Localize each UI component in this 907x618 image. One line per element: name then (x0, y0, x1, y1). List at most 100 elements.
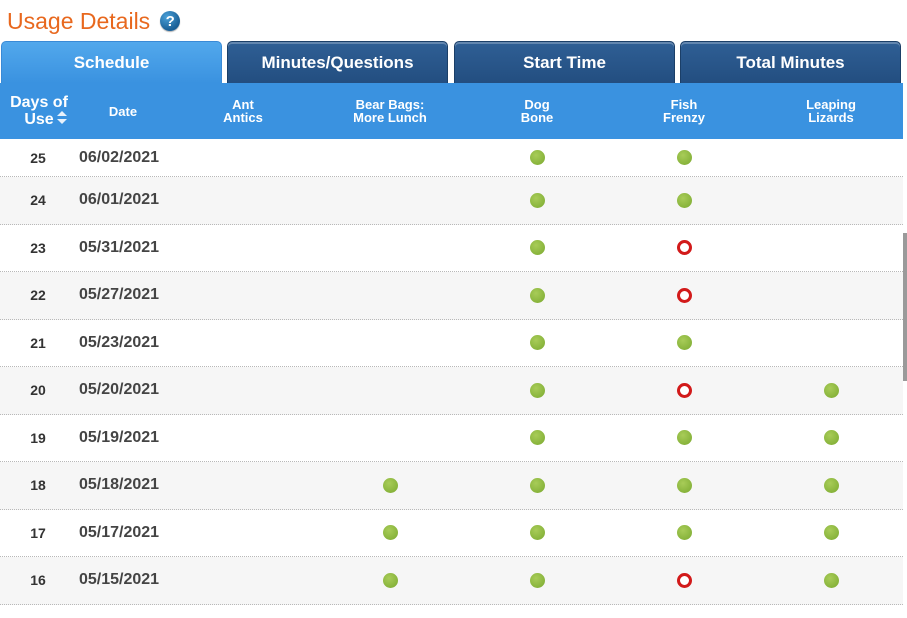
status-cell (672, 320, 696, 367)
page-title: Usage Details (7, 7, 151, 34)
completed-dot-icon (529, 335, 545, 351)
completed-dot-icon (676, 477, 692, 493)
table-row: 19 05/19/2021 (0, 414, 903, 462)
completed-dot-icon (823, 430, 839, 446)
status-cell (378, 510, 402, 557)
completed-dot-icon (529, 192, 545, 208)
status-cell (525, 320, 549, 367)
page-header: Usage Details ? (7, 6, 181, 36)
status-cell (672, 225, 696, 272)
completed-dot-icon (823, 382, 839, 398)
completed-dot-icon (529, 240, 545, 256)
date-cell: 05/18/2021 (79, 476, 160, 494)
date-cell: 05/17/2021 (79, 523, 160, 541)
completed-dot-icon (676, 430, 692, 446)
table-row: 20 05/20/2021 (0, 367, 903, 415)
tab-minutes-questions[interactable]: Minutes/Questions (227, 41, 448, 83)
completed-dot-icon (823, 477, 839, 493)
status-cell (525, 367, 549, 414)
completed-dot-icon (676, 525, 692, 541)
completed-dot-icon (382, 572, 398, 588)
completed-dot-icon (529, 287, 545, 303)
header-bear-bags: Bear Bags: More Lunch (353, 97, 427, 125)
status-cell (819, 510, 843, 557)
completed-dot-icon (676, 192, 692, 208)
completed-dot-icon (529, 430, 545, 446)
sort-icon[interactable] (57, 111, 67, 125)
status-cell (525, 177, 549, 224)
header-fish-frenzy: Fish Frenzy (663, 97, 705, 125)
table-row: 24 06/01/2021 (0, 177, 903, 225)
days-of-use-cell: 21 (30, 334, 46, 351)
tab-total-minutes[interactable]: Total Minutes (680, 41, 901, 83)
date-cell: 05/20/2021 (79, 381, 160, 399)
days-of-use-cell: 18 (30, 477, 46, 494)
status-cell (525, 139, 549, 176)
status-cell (525, 272, 549, 319)
tab-bar: Schedule Minutes/Questions Start Time To… (0, 41, 907, 83)
days-of-use-cell: 24 (30, 192, 46, 209)
table-row: 22 05/27/2021 (0, 272, 903, 320)
table-row: 25 06/02/2021 (0, 139, 903, 177)
help-icon[interactable]: ? (160, 11, 181, 31)
tab-start-time[interactable]: Start Time (454, 41, 675, 83)
days-of-use-cell: 19 (30, 429, 46, 446)
scrollbar[interactable] (903, 233, 907, 381)
status-cell (819, 415, 843, 462)
date-cell: 05/15/2021 (79, 571, 160, 589)
status-cell (378, 557, 402, 604)
days-of-use-cell: 16 (30, 572, 46, 589)
status-cell (819, 462, 843, 509)
days-of-use-cell: 22 (30, 287, 46, 304)
header-leaping-lizards: Leaping Lizards (806, 97, 856, 125)
status-cell (525, 225, 549, 272)
tab-schedule[interactable]: Schedule (1, 41, 222, 83)
completed-dot-icon (529, 382, 545, 398)
date-cell: 06/02/2021 (79, 148, 160, 166)
status-cell (672, 557, 696, 604)
status-cell (378, 462, 402, 509)
completed-dot-icon (382, 477, 398, 493)
status-cell (525, 510, 549, 557)
missed-ring-icon (676, 240, 692, 256)
status-cell (525, 415, 549, 462)
completed-dot-icon (823, 572, 839, 588)
missed-ring-icon (676, 287, 692, 303)
header-date: Date (108, 103, 138, 119)
status-cell (672, 367, 696, 414)
header-days-of-use[interactable]: Days of Use (0, 83, 78, 139)
status-cell (672, 272, 696, 319)
date-cell: 05/27/2021 (79, 286, 160, 304)
completed-dot-icon (676, 335, 692, 351)
table-row: 23 05/31/2021 (0, 224, 903, 272)
status-cell (819, 367, 843, 414)
table-header: Days of Use Date Ant Antics Bear Bags: M… (0, 83, 903, 139)
date-cell: 05/19/2021 (79, 428, 160, 446)
status-cell (672, 139, 696, 176)
missed-ring-icon (676, 572, 692, 588)
status-cell (672, 177, 696, 224)
completed-dot-icon (529, 525, 545, 541)
days-of-use-cell: 17 (30, 524, 46, 541)
missed-ring-icon (676, 382, 692, 398)
days-of-use-cell: 23 (30, 239, 46, 256)
header-ant-antics: Ant Antics (223, 97, 263, 125)
status-cell (525, 557, 549, 604)
completed-dot-icon (529, 572, 545, 588)
status-cell (819, 557, 843, 604)
completed-dot-icon (676, 150, 692, 165)
date-cell: 05/23/2021 (79, 333, 160, 351)
status-cell (672, 510, 696, 557)
table-row: 16 05/15/2021 (0, 557, 903, 605)
date-cell: 06/01/2021 (79, 191, 160, 209)
completed-dot-icon (529, 477, 545, 493)
table-row: 17 05/17/2021 (0, 509, 903, 557)
completed-dot-icon (823, 525, 839, 541)
completed-dot-icon (382, 525, 398, 541)
table-row: 21 05/23/2021 (0, 319, 903, 367)
status-cell (672, 415, 696, 462)
completed-dot-icon (529, 150, 545, 165)
status-cell (672, 462, 696, 509)
days-of-use-cell: 25 (30, 149, 46, 166)
status-cell (525, 462, 549, 509)
